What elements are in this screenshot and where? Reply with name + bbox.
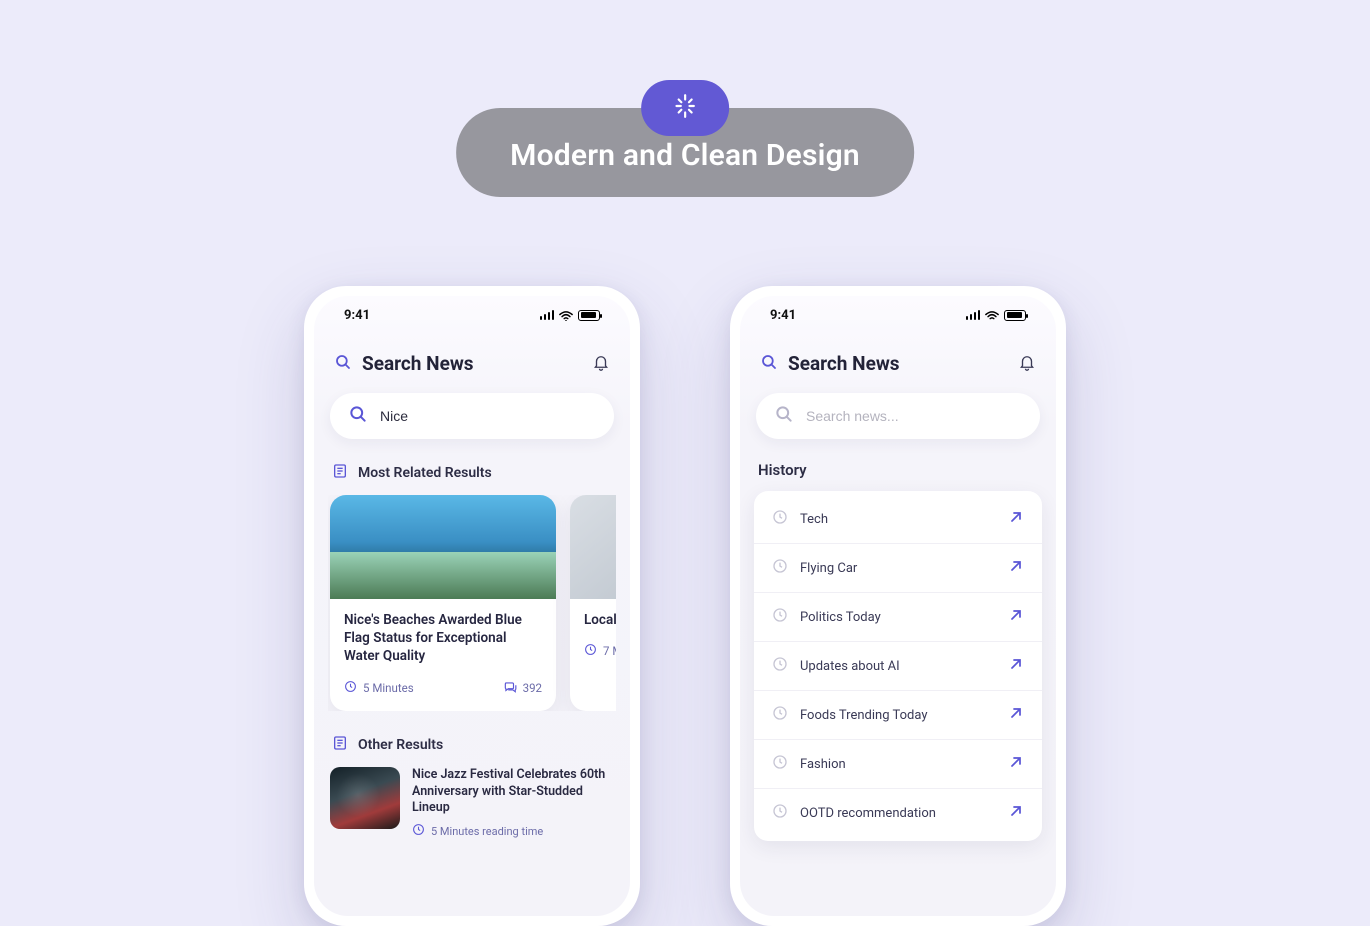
search-icon — [334, 353, 352, 375]
other-result-row[interactable]: Nice Jazz Festival Celebrates 60th Anniv… — [328, 767, 616, 840]
list-icon — [332, 463, 348, 483]
clock-icon — [412, 823, 425, 839]
history-label: Foods Trending Today — [800, 708, 927, 723]
section-label: Other Results — [358, 737, 443, 753]
history-label: Fashion — [800, 757, 846, 772]
card-image — [570, 495, 616, 599]
history-label: OOTD recommendation — [800, 806, 936, 821]
bell-icon[interactable] — [1018, 353, 1036, 375]
search-icon — [774, 404, 794, 428]
history-item[interactable]: Updates about AI — [754, 642, 1042, 691]
search-input[interactable] — [380, 408, 596, 424]
history-item[interactable]: Politics Today — [754, 593, 1042, 642]
history-item[interactable]: Tech — [754, 495, 1042, 544]
clock-icon — [772, 803, 788, 823]
status-bar: 9:41 — [754, 296, 1042, 334]
card-image — [330, 495, 556, 599]
arrow-up-right-icon — [1008, 558, 1024, 578]
read-time: 5 Minutes — [363, 681, 414, 695]
clock-icon — [772, 656, 788, 676]
signal-icon — [966, 310, 981, 320]
arrow-up-right-icon — [1008, 705, 1024, 725]
search-icon — [348, 404, 368, 428]
arrow-up-right-icon — [1008, 803, 1024, 823]
phone-mock-history: 9:41 Search News — [730, 286, 1066, 926]
arrow-up-right-icon — [1008, 607, 1024, 627]
hero-banner: Modern and Clean Design — [456, 80, 914, 197]
clock-icon — [772, 705, 788, 725]
history-label: Flying Car — [800, 561, 857, 576]
section-label: Most Related Results — [358, 465, 492, 481]
bell-icon[interactable] — [592, 353, 610, 375]
history-item[interactable]: Fashion — [754, 740, 1042, 789]
battery-icon — [578, 310, 600, 321]
search-input[interactable] — [806, 408, 1022, 424]
other-meta: 5 Minutes reading time — [431, 825, 543, 838]
list-icon — [332, 735, 348, 755]
clock-icon — [584, 643, 597, 659]
wifi-icon — [559, 310, 573, 320]
comments-icon — [503, 680, 517, 697]
wifi-icon — [985, 310, 999, 320]
phone-mock-results: 9:41 Search News — [304, 286, 640, 926]
search-field[interactable] — [330, 393, 614, 439]
section-label: History — [758, 461, 807, 479]
page-header: Search News — [754, 334, 1042, 387]
section-history: History — [758, 461, 1038, 479]
history-label: Politics Today — [800, 610, 881, 625]
signal-icon — [540, 310, 555, 320]
sparkle-icon — [672, 93, 698, 123]
result-card[interactable]: Nice's Beaches Awarded Blue Flag Status … — [330, 495, 556, 711]
other-title: Nice Jazz Festival Celebrates 60th Anniv… — [412, 767, 614, 818]
page-header: Search News — [328, 334, 616, 387]
section-related: Most Related Results — [332, 463, 612, 483]
history-list: Tech Flying Car Politics Today — [754, 491, 1042, 841]
read-time: 7 M — [603, 644, 616, 658]
thumbnail — [330, 767, 400, 829]
arrow-up-right-icon — [1008, 656, 1024, 676]
card-title: Nice's Beaches Awarded Blue Flag Status … — [344, 611, 542, 666]
history-item[interactable]: OOTD recommendation — [754, 789, 1042, 837]
arrow-up-right-icon — [1008, 754, 1024, 774]
related-carousel[interactable]: Nice's Beaches Awarded Blue Flag Status … — [328, 495, 616, 711]
page-title: Search News — [362, 352, 474, 375]
history-item[interactable]: Flying Car — [754, 544, 1042, 593]
status-time: 9:41 — [770, 308, 796, 323]
arrow-up-right-icon — [1008, 509, 1024, 529]
result-card[interactable]: Local Brings Needy 7 M — [570, 495, 616, 711]
history-label: Tech — [800, 512, 828, 527]
clock-icon — [772, 558, 788, 578]
battery-icon — [1004, 310, 1026, 321]
section-other: Other Results — [332, 735, 612, 755]
history-item[interactable]: Foods Trending Today — [754, 691, 1042, 740]
search-field[interactable] — [756, 393, 1040, 439]
status-time: 9:41 — [344, 308, 370, 323]
clock-icon — [772, 754, 788, 774]
status-bar: 9:41 — [328, 296, 616, 334]
clock-icon — [344, 680, 357, 696]
card-title: Local Brings Needy — [584, 611, 616, 629]
clock-icon — [772, 607, 788, 627]
search-icon — [760, 353, 778, 375]
history-label: Updates about AI — [800, 659, 900, 674]
page-title: Search News — [788, 352, 900, 375]
comments-count: 392 — [523, 681, 542, 695]
spark-badge — [641, 80, 729, 136]
clock-icon — [772, 509, 788, 529]
